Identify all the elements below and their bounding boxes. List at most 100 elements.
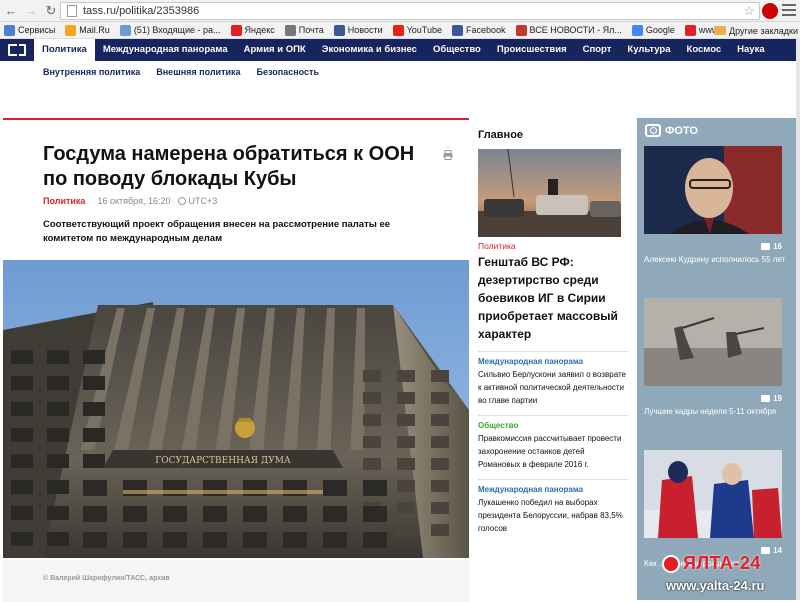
building-window [431, 392, 449, 404]
bookmark-item[interactable]: YouTube [392, 24, 442, 36]
photo-heading-label: ФОТО [665, 124, 698, 137]
menu-logo-icon[interactable] [0, 39, 34, 61]
building-window [83, 428, 105, 442]
duma-building-image: ГОСУДАРСТВЕННАЯ ДУМА [3, 260, 469, 558]
building-window [11, 506, 33, 520]
nav-item[interactable]: Экономика и бизнес [314, 39, 425, 61]
bookmark-label: ВСЕ НОВОСТИ - Ял... [529, 25, 622, 35]
week-best-photo[interactable] [644, 298, 782, 386]
nav-item[interactable]: Общество [425, 39, 489, 61]
main-title[interactable]: Генштаб ВС РФ: дезертирство среди боевик… [478, 253, 624, 343]
timezone: UTC+3 [178, 196, 217, 206]
bookmark-item[interactable]: Mail.Ru [65, 24, 110, 36]
photo-count: 19 [761, 394, 782, 403]
bookmark-favicon-icon [451, 24, 463, 36]
building-window [243, 532, 267, 548]
building-window [203, 532, 227, 548]
bookmark-favicon-icon [392, 24, 404, 36]
article-rubric[interactable]: Политика [43, 196, 85, 206]
photo-count: 16 [761, 242, 782, 251]
nav-item[interactable]: Армия и ОПК [236, 39, 314, 61]
bookmark-item[interactable]: Новости [333, 24, 383, 36]
building-window [11, 376, 33, 390]
print-icon[interactable] [443, 150, 453, 160]
building-window [363, 532, 387, 548]
bookmark-item[interactable]: ВСЕ НОВОСТИ - Ял... [515, 24, 622, 36]
building-window [431, 436, 449, 448]
building-window [431, 502, 449, 514]
photo-count-value: 14 [773, 546, 782, 555]
sub-nav: Внутренняя политика Внешняя политика Безоп… [0, 61, 800, 83]
reload-icon[interactable]: ↻ [42, 2, 60, 20]
bookmark-favicon-icon [65, 24, 77, 36]
news-item[interactable]: Международная панорама Лукашенко победил … [478, 479, 628, 535]
news-text[interactable]: Сильвио Берлускони заявил о возврате к а… [478, 368, 628, 407]
photo-title[interactable]: Лучшие кадры недели 5-11 октября [644, 406, 789, 417]
building-window [83, 532, 107, 548]
bookmark-label: Google [645, 25, 675, 35]
nav-item[interactable]: Спорт [575, 39, 620, 61]
building-window [397, 480, 415, 492]
photo-count-value: 19 [773, 394, 782, 403]
building-window [83, 506, 107, 522]
browser-menu-icon[interactable] [782, 3, 796, 17]
building-window [431, 414, 449, 426]
sub-nav-item[interactable]: Безопасность [257, 67, 319, 77]
birthday-hockey-photo[interactable] [644, 450, 782, 538]
kudrin-photo[interactable] [644, 146, 782, 234]
back-arrow-icon[interactable]: ← [2, 2, 20, 20]
other-bookmarks-label: Другие закладки [729, 25, 798, 36]
building-window [363, 436, 381, 448]
bookmark-favicon-icon [684, 24, 696, 36]
news-item[interactable]: Общество Правкомиссия рассчитывает провес… [478, 415, 628, 471]
bookmark-star-icon[interactable]: ☆ [743, 3, 755, 19]
extension-icon[interactable] [762, 3, 778, 19]
news-rubric[interactable]: Международная панорама [478, 485, 628, 494]
building-sign: ГОСУДАРСТВЕННАЯ ДУМА [155, 456, 291, 466]
bookmark-item[interactable]: Сервисы [4, 24, 56, 36]
photo-title[interactable]: Алексею Кудрину исполнилось 55 лет [644, 254, 789, 265]
nav-item[interactable]: Политика [34, 39, 95, 61]
nav-item[interactable]: Происшествия [489, 39, 575, 61]
building-window [11, 402, 33, 416]
bookmark-item[interactable]: (51) Входящие - ра... [119, 24, 221, 36]
nav-item[interactable]: Космос [679, 39, 730, 61]
bookmark-item[interactable]: Facebook [451, 24, 506, 36]
news-text[interactable]: Лукашенко победил на выборах президента … [478, 496, 628, 535]
article-meta: Политика 16 октября, 16:20 UTC+3 [43, 196, 217, 206]
bookmark-item[interactable]: Почта [284, 24, 324, 36]
address-bar[interactable]: tass.ru/politika/2353986 ☆ [60, 2, 760, 20]
bookmark-favicon-icon [4, 24, 15, 36]
news-rubric[interactable]: Международная панорама [478, 357, 628, 366]
bookmark-favicon-icon [230, 24, 242, 36]
main-rubric[interactable]: Политика [478, 241, 628, 251]
bookmark-label: Сервисы [18, 25, 56, 35]
timezone-label: UTC+3 [188, 196, 218, 206]
watermark-brand: ЯЛТА-24 [683, 553, 761, 573]
nav-item[interactable]: Культура [619, 39, 678, 61]
building-window [47, 402, 69, 416]
vertical-scrollbar[interactable] [796, 39, 800, 600]
yalta24-watermark: ЯЛТА-24 [662, 553, 761, 574]
forward-arrow-icon[interactable]: → [22, 2, 40, 20]
nav-item[interactable]: Международная панорама [95, 39, 236, 61]
bookmark-item[interactable]: Google [631, 24, 675, 36]
nav-item[interactable]: Наука [729, 39, 772, 61]
photo-heading[interactable]: ФОТО [645, 124, 698, 137]
sub-nav-item[interactable]: Внутренняя политика [43, 67, 140, 77]
building-window [431, 370, 449, 382]
bookmark-item[interactable]: Яндекс [230, 24, 275, 36]
building-window [83, 454, 105, 468]
other-bookmarks[interactable]: Другие закладки [714, 22, 798, 38]
url-text: tass.ru/politika/2353986 [83, 5, 200, 17]
news-text[interactable]: Правкомиссия рассчитывает провести захор… [478, 432, 628, 471]
syria-convoy-image[interactable] [478, 149, 621, 237]
building-window [123, 532, 147, 548]
building-window [83, 350, 105, 364]
news-item[interactable]: Международная панорама Сильвио Берлускони… [478, 351, 628, 407]
sub-nav-item[interactable]: Внешняя политика [156, 67, 240, 77]
camera-small-icon [761, 395, 771, 402]
news-rubric[interactable]: Общество [478, 421, 628, 430]
building-window [363, 370, 381, 382]
bookmark-favicon-icon [333, 24, 345, 36]
